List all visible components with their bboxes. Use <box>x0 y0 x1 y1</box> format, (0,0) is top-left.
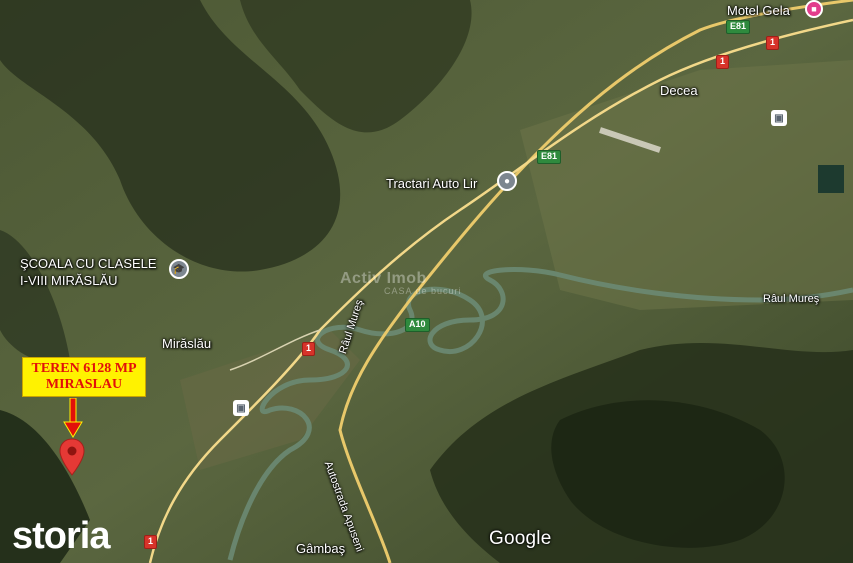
callout-line2: MIRASLAU <box>45 377 123 393</box>
place-label-miraslau: Mirăslău <box>162 336 212 351</box>
train-station-icon[interactable]: ▣ <box>233 400 249 416</box>
callout-line1: TEREN 6128 MP <box>31 361 137 376</box>
train-station-icon[interactable]: ▣ <box>771 110 787 126</box>
plot-callout-box: TEREN 6128 MP MIRASLAU <box>22 357 146 398</box>
place-label-decea: Decea <box>660 83 698 98</box>
red-down-arrow-icon <box>63 398 83 438</box>
activ-imob-watermark: Activ Imob CASA de bucuri <box>340 270 462 296</box>
storia-logo: storia <box>12 515 110 557</box>
place-label-gambas: Gâmbaş <box>296 541 346 556</box>
watermark-line2: CASA de bucuri <box>384 286 462 296</box>
google-logo: Google <box>489 528 552 549</box>
road-shield-a10: A10 <box>405 318 430 332</box>
road-shield-e81: E81 <box>537 150 562 164</box>
river-label-mures-right: Râul Mureş <box>763 293 820 305</box>
school-icon[interactable]: 🎓 <box>169 259 189 279</box>
location-pin-icon[interactable]: ● <box>497 171 517 191</box>
road-shield-1: 1 <box>766 36 780 50</box>
hotel-icon[interactable]: ■ <box>805 0 823 18</box>
place-label-school-line1: ŞCOALA CU CLASELE <box>20 256 157 271</box>
road-shield-e81: E81 <box>726 20 751 34</box>
place-label-motel: Motel Gela <box>727 3 790 18</box>
road-shield-1: 1 <box>144 535 158 549</box>
road-shield-1: 1 <box>302 342 316 356</box>
red-map-pin-icon[interactable] <box>59 438 85 476</box>
satellite-map[interactable]: Motel Gela ■ Decea Tractari Auto Lir ● Ş… <box>0 0 853 563</box>
place-label-tractari: Tractari Auto Lir <box>386 176 478 191</box>
place-label-school-line2: I-VIII MIRĂSLĂU <box>20 273 118 288</box>
road-shield-1: 1 <box>716 55 730 69</box>
